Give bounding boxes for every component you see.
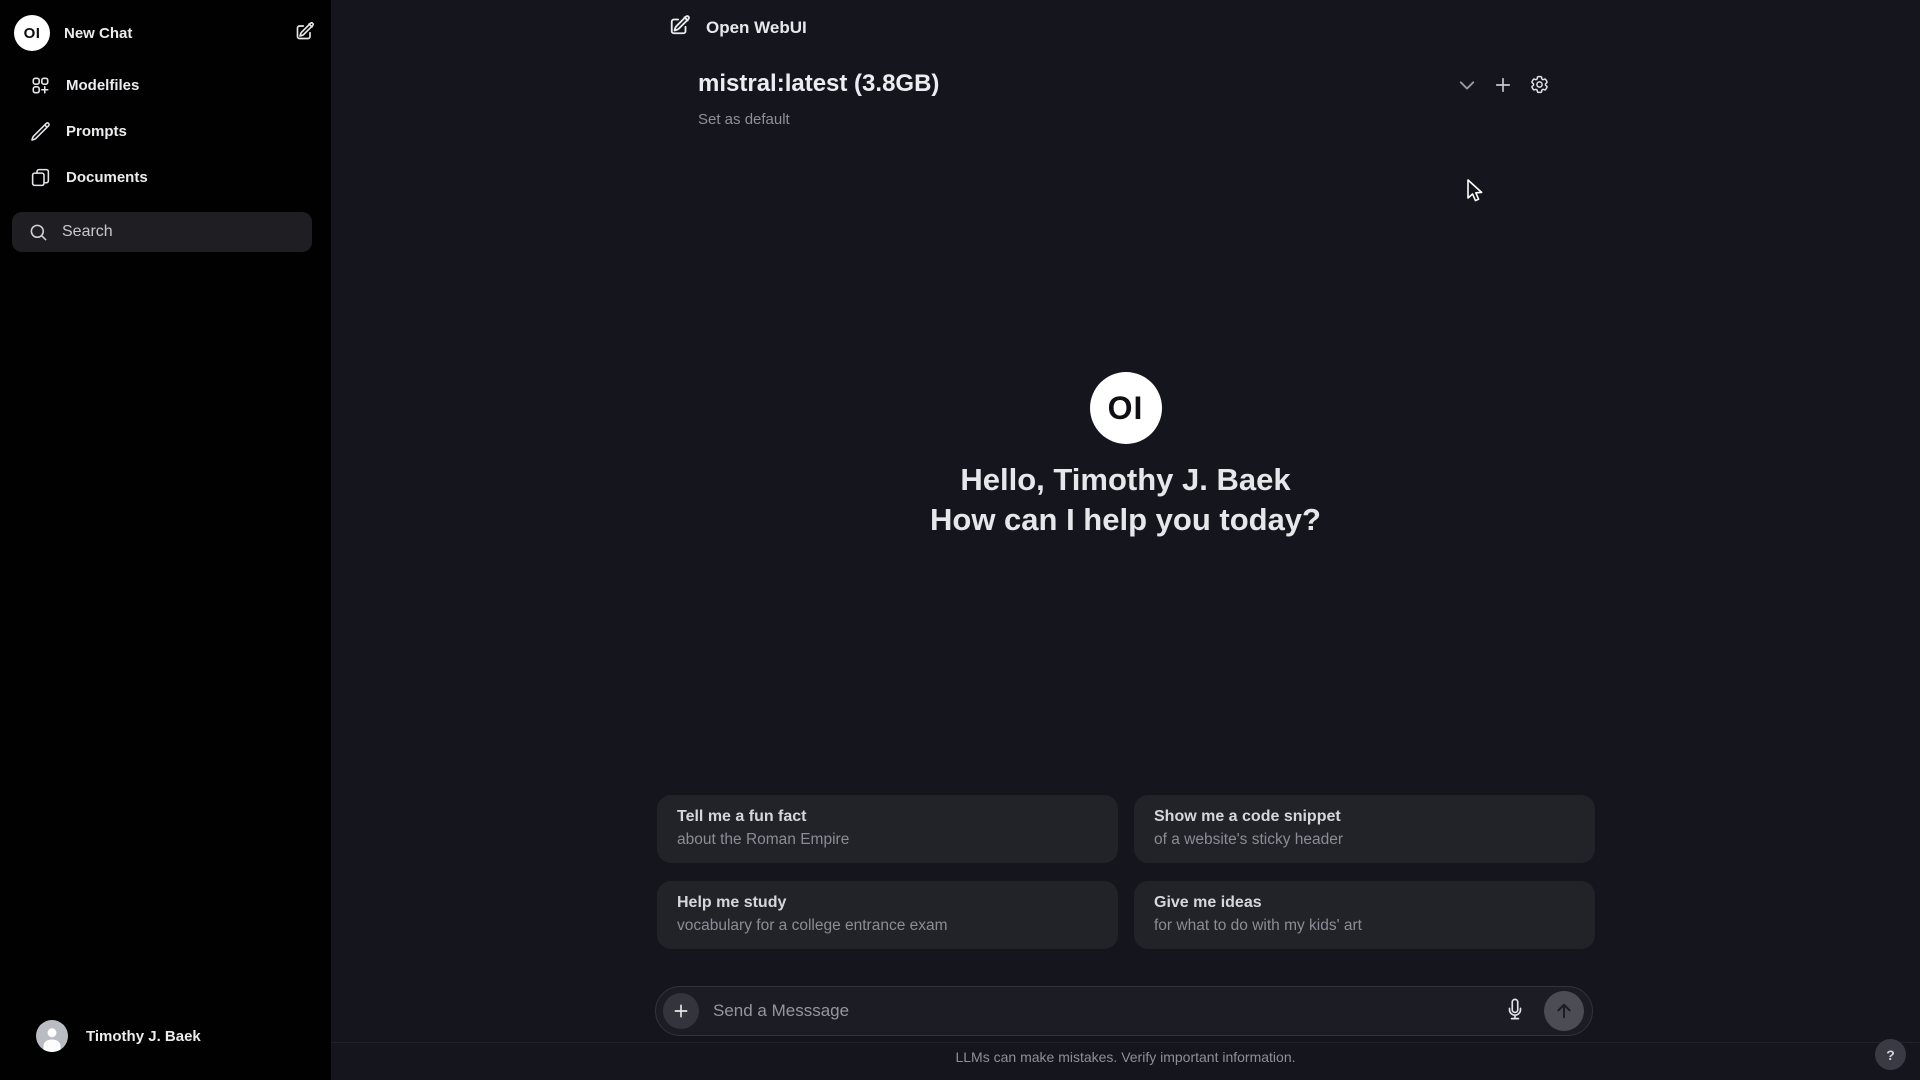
sidebar-item-documents[interactable]: Documents [14, 155, 317, 199]
suggestion-title: Help me study [677, 894, 787, 911]
help-button[interactable]: ? [1875, 1039, 1906, 1070]
new-chat-edit-icon[interactable] [669, 14, 691, 41]
user-menu-button[interactable]: Timothy J. Baek [14, 1014, 317, 1058]
search-label: Search [62, 223, 113, 240]
sidebar-item-label: Prompts [66, 122, 127, 140]
message-composer [655, 986, 1593, 1036]
disclaimer-text: LLMs can make mistakes. Verify important… [955, 1049, 1296, 1065]
set-as-default-button[interactable]: Set as default [698, 111, 939, 128]
top-navbar: Open WebUI [331, 0, 1920, 55]
new-chat-label: New Chat [64, 24, 133, 42]
page-title: Open WebUI [706, 17, 807, 37]
user-avatar [36, 1020, 68, 1052]
attach-file-button[interactable] [663, 993, 699, 1029]
greeting-line2: How can I help you today? [930, 502, 1321, 537]
add-model-icon[interactable] [1493, 75, 1513, 100]
prompt-suggestions: Tell me a fun fact about the Roman Empir… [657, 795, 1595, 949]
sidebar-item-modelfiles[interactable]: Modelfiles [14, 63, 317, 107]
new-chat-edit-icon[interactable] [291, 17, 319, 50]
suggestion-title: Give me ideas [1154, 894, 1262, 911]
user-name-label: Timothy J. Baek [86, 1027, 201, 1045]
suggestion-title: Tell me a fun fact [677, 808, 807, 825]
suggestion-card[interactable]: Show me a code snippet of a website's st… [1134, 795, 1595, 863]
search-input[interactable]: Search [12, 212, 312, 252]
search-icon [29, 223, 48, 242]
message-input[interactable] [713, 1001, 1488, 1021]
sidebar: OI New Chat Modelfiles Prompts Documents [0, 0, 331, 1080]
sidebar-item-label: Modelfiles [66, 76, 140, 94]
app-logo-icon: OI [1089, 372, 1162, 444]
documents-icon [30, 167, 51, 188]
model-selector-value[interactable]: mistral:latest (3.8GB) [698, 70, 939, 98]
suggestion-card[interactable]: Help me study vocabulary for a college e… [657, 881, 1118, 949]
composer-divider [331, 1042, 1920, 1043]
pencil-icon [30, 121, 51, 142]
squares-plus-icon [30, 75, 51, 96]
plus-icon [674, 1004, 688, 1018]
suggestion-card[interactable]: Tell me a fun fact about the Roman Empir… [657, 795, 1118, 863]
welcome-section: OI Hello, Timothy J. Baek How can I help… [331, 372, 1920, 540]
app-logo-icon: OI [14, 15, 50, 51]
greeting-line1: Hello, Timothy J. Baek [960, 462, 1291, 497]
suggestion-title: Show me a code snippet [1154, 808, 1341, 825]
open-webui-window: OI New Chat Modelfiles Prompts Documents [0, 0, 1920, 1080]
suggestion-subtitle: about the Roman Empire [677, 831, 850, 848]
suggestion-subtitle: vocabulary for a college entrance exam [677, 917, 948, 934]
arrow-up-icon [1557, 1003, 1571, 1019]
suggestion-subtitle: of a website's sticky header [1154, 831, 1344, 848]
gear-icon[interactable] [1529, 74, 1550, 100]
main-content: Open WebUI mistral:latest (3.8GB) Set as… [331, 0, 1920, 1080]
chevron-down-icon[interactable] [1457, 75, 1477, 100]
suggestion-card[interactable]: Give me ideas for what to do with my kid… [1134, 881, 1595, 949]
new-chat-button[interactable]: OI New Chat [14, 10, 319, 56]
model-selector-actions [1457, 74, 1550, 100]
sidebar-item-label: Documents [66, 168, 148, 186]
sidebar-item-prompts[interactable]: Prompts [14, 109, 317, 153]
send-message-button[interactable] [1544, 991, 1584, 1031]
microphone-icon[interactable] [1502, 996, 1528, 1027]
suggestion-subtitle: for what to do with my kids' art [1154, 917, 1362, 934]
model-selector: mistral:latest (3.8GB) Set as default [698, 70, 939, 128]
